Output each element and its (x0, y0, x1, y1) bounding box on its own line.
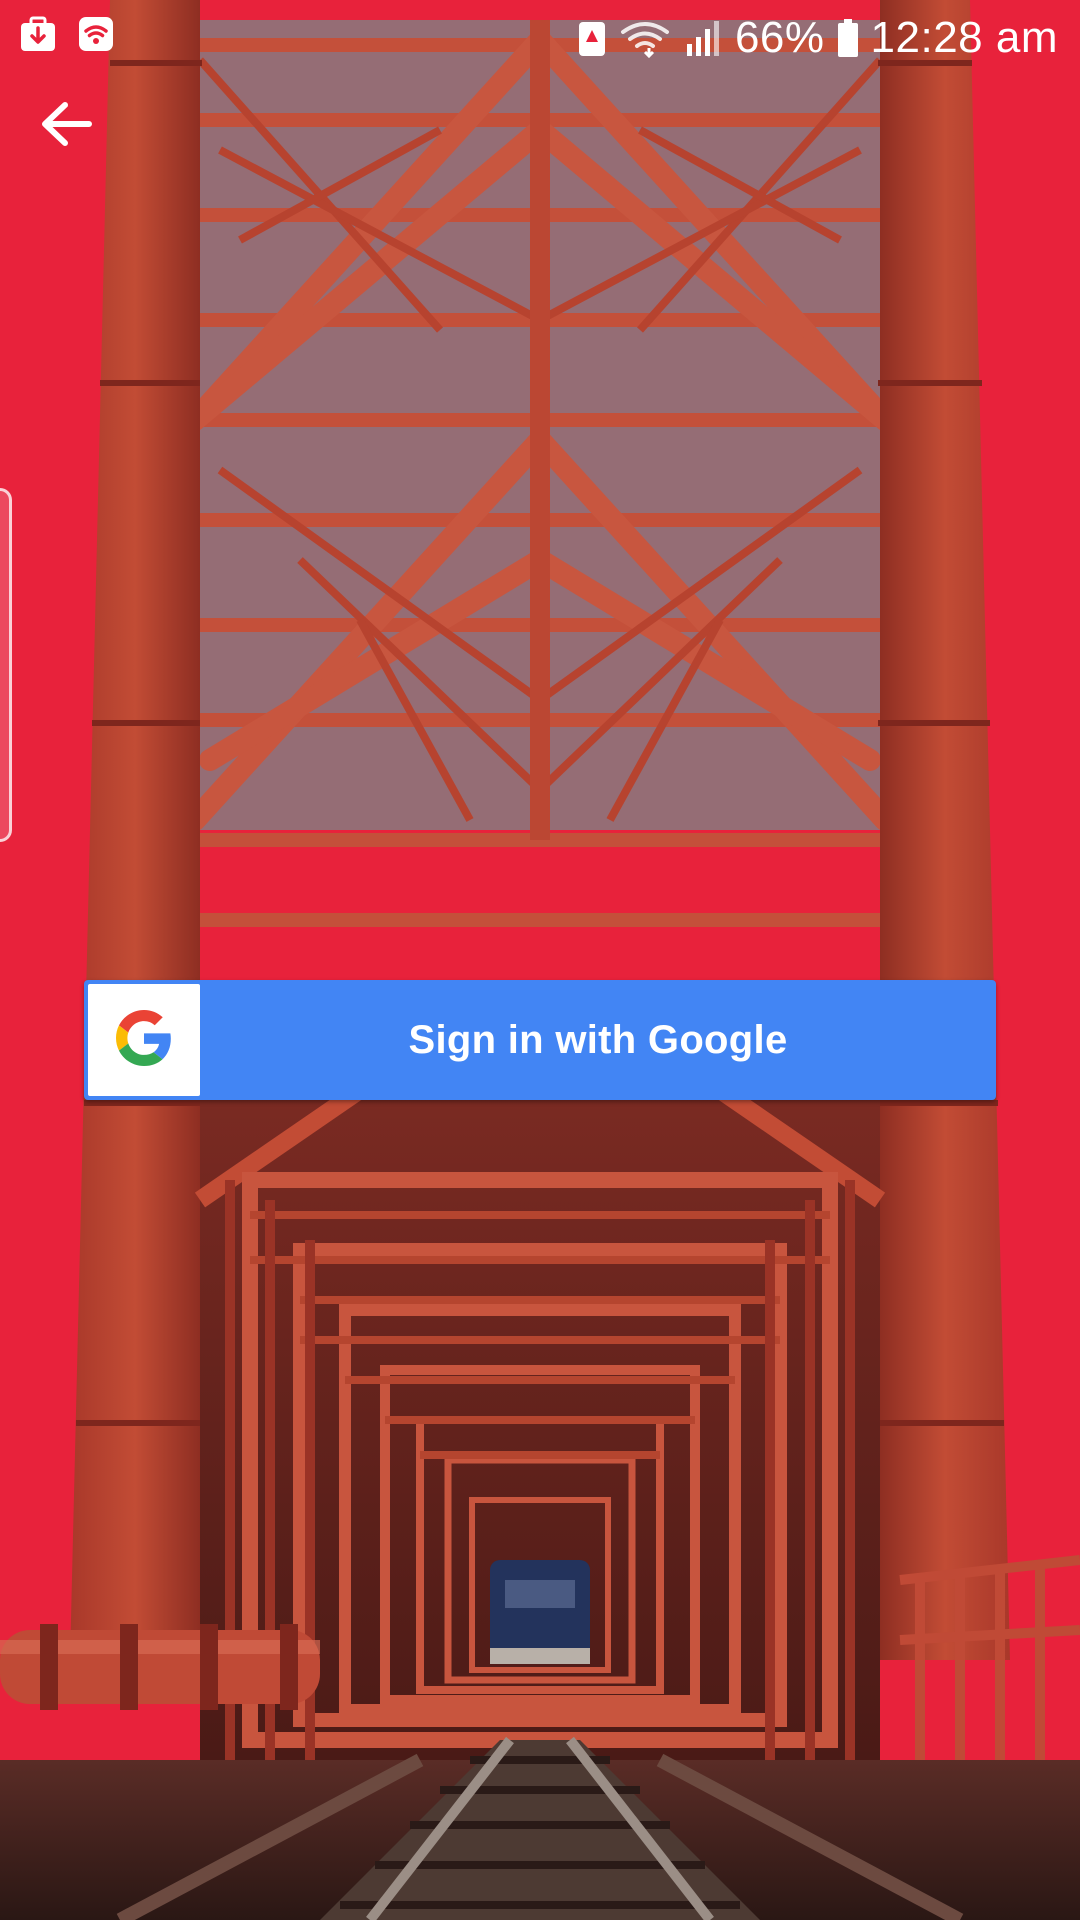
signal-icon (683, 18, 723, 58)
bridge-background-image (0, 0, 1080, 1920)
google-sign-in-button[interactable]: Sign in with Google (84, 980, 996, 1100)
wifi-icon (619, 18, 671, 58)
google-sign-in-label: Sign in with Google (408, 1017, 788, 1062)
google-logo-box (88, 984, 200, 1096)
status-bar-notifications (18, 14, 116, 54)
google-g-icon (116, 1009, 172, 1071)
download-notification-icon (18, 14, 58, 54)
arrow-left-icon (39, 100, 93, 153)
login-screen: 66% 12:28 am Sign in with Google (0, 0, 1080, 1920)
wifi-notification-icon (76, 14, 116, 54)
data-saver-icon (577, 18, 607, 58)
status-bar: 66% 12:28 am (0, 0, 1080, 76)
battery-icon (837, 18, 859, 58)
edge-panel-handle[interactable] (0, 488, 12, 842)
back-button[interactable] (30, 90, 102, 162)
clock: 12:28 am (870, 13, 1058, 62)
status-bar-system: 66% 12:28 am (577, 10, 1058, 66)
battery-percent: 66% (734, 13, 825, 62)
